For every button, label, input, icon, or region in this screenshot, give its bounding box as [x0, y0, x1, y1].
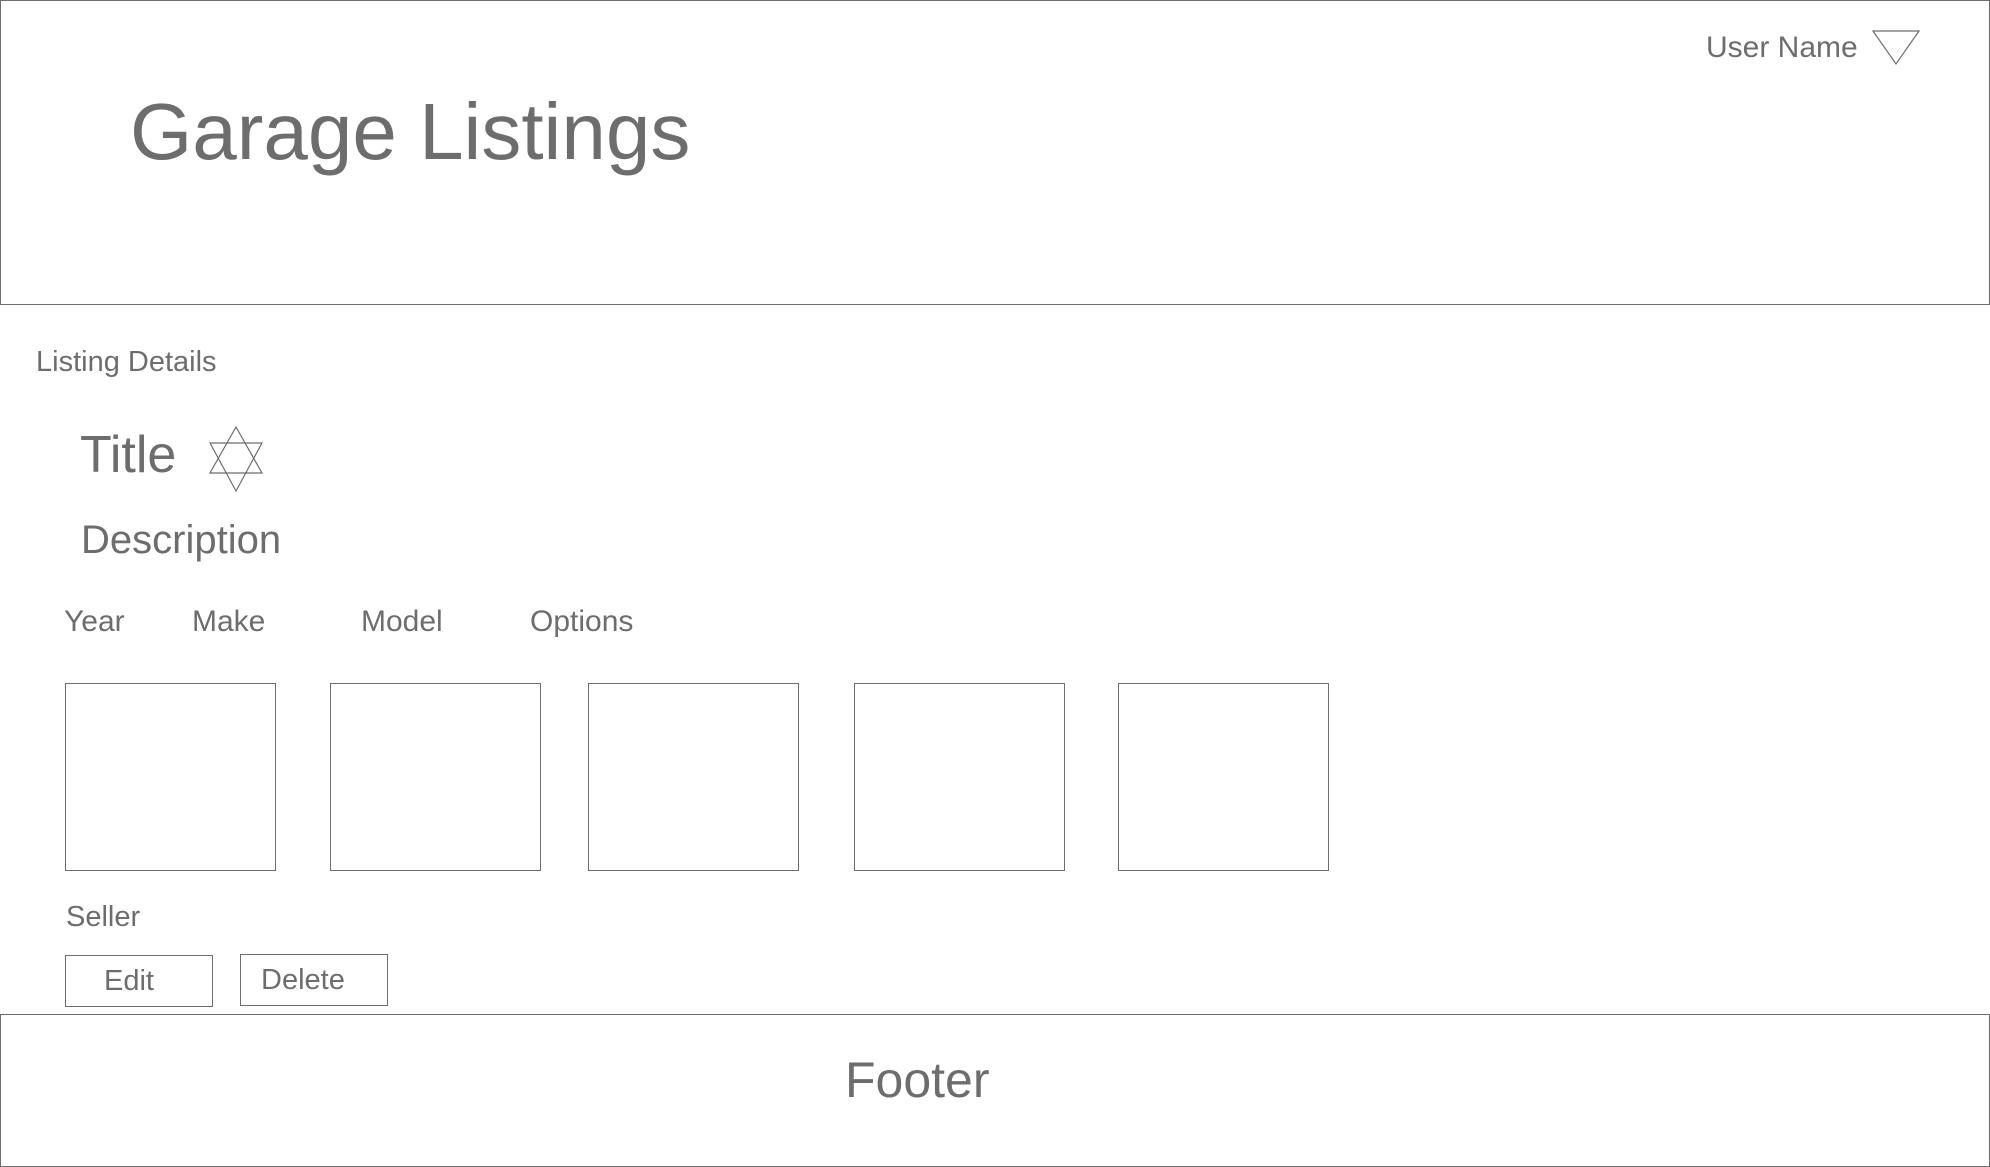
- seller-label: Seller: [66, 901, 141, 933]
- edit-button[interactable]: Edit: [65, 955, 213, 1007]
- spec-model: Model: [361, 605, 443, 638]
- user-name: User Name: [1706, 31, 1858, 64]
- photo-thumbnail[interactable]: [65, 683, 276, 871]
- listing-title: Title: [80, 426, 177, 484]
- page-footer: [0, 1014, 1990, 1167]
- listing-description: Description: [81, 518, 282, 562]
- photo-thumbnail[interactable]: [330, 683, 541, 871]
- app-title: Garage Listings: [130, 87, 691, 176]
- section-label: Listing Details: [36, 346, 217, 378]
- photo-thumbnail[interactable]: [1118, 683, 1329, 871]
- star-icon[interactable]: [208, 425, 264, 493]
- spec-year: Year: [64, 605, 125, 638]
- delete-button[interactable]: Delete: [240, 954, 388, 1006]
- spec-make: Make: [192, 605, 266, 638]
- spec-options: Options: [530, 605, 634, 638]
- triangle-down-icon[interactable]: [1871, 30, 1920, 66]
- photo-thumbnail[interactable]: [588, 683, 799, 871]
- footer-label: Footer: [845, 1052, 990, 1108]
- user-menu[interactable]: User Name: [1706, 30, 1920, 66]
- photo-thumbnail[interactable]: [854, 683, 1065, 871]
